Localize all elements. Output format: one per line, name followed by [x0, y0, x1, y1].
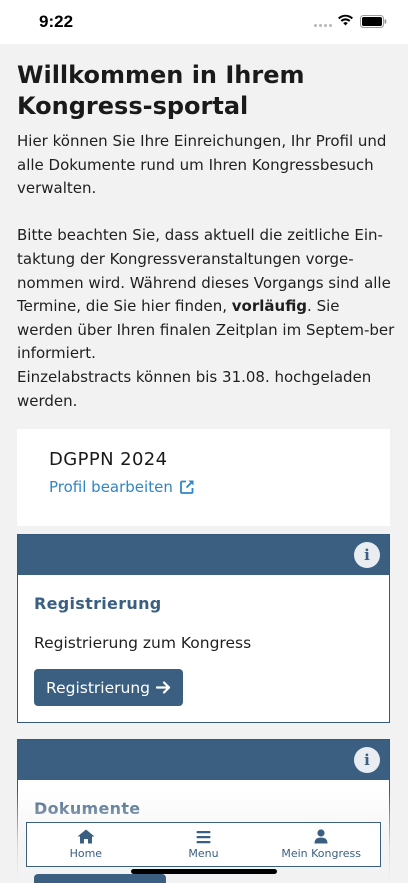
- documents-button[interactable]: [34, 874, 166, 883]
- registration-button-label: Registrierung: [46, 678, 150, 697]
- user-icon: [314, 829, 328, 844]
- wifi-icon: [338, 14, 353, 26]
- home-indicator[interactable]: [131, 869, 277, 874]
- status-bar: 9:22: [0, 0, 408, 44]
- registration-title: Registrierung: [34, 594, 162, 613]
- info-icon[interactable]: i: [354, 542, 380, 568]
- intro-paragraph-3: Einzelabstracts können bis 31.08. hochge…: [17, 367, 372, 410]
- tab-menu[interactable]: Menu: [145, 823, 263, 866]
- tab-mein-kongress-label: Mein Kongress: [281, 847, 361, 860]
- congress-name: DGPPN 2024: [49, 449, 168, 470]
- info-icon[interactable]: i: [354, 747, 380, 773]
- signal-icon: [314, 24, 332, 27]
- tab-menu-label: Menu: [188, 846, 219, 860]
- external-link-icon: [179, 480, 194, 494]
- home-icon: [77, 829, 95, 844]
- edit-profile-link[interactable]: Profil bearbeiten: [49, 478, 195, 496]
- battery-icon: [360, 15, 387, 28]
- intro-paragraph-1: Hier können Sie Ihre Einreichungen, Ihr …: [17, 132, 387, 198]
- registration-card: i Registrierung Registrierung zum Kongre…: [17, 534, 390, 723]
- tab-home[interactable]: Home: [27, 823, 145, 866]
- arrow-right-icon: [155, 681, 171, 694]
- edit-profile-label: Profil bearbeiten: [49, 478, 173, 496]
- profile-card: DGPPN 2024 Profil bearbeiten: [17, 429, 390, 526]
- intro-paragraph-2: Bitte beachten Sie, dass aktuell die zei…: [17, 224, 395, 366]
- tab-home-label: Home: [69, 847, 103, 860]
- registration-button[interactable]: Registrierung: [34, 669, 183, 706]
- registration-card-header: i: [18, 535, 389, 575]
- main-content[interactable]: Willkommen in Ihrem Kongress-sportal Hie…: [0, 44, 408, 883]
- bottom-tab-bar: Home Menu Mein Kongress: [26, 822, 381, 867]
- tab-mein-kongress[interactable]: Mein Kongress: [262, 823, 380, 866]
- documents-title: Dokumente: [34, 799, 141, 818]
- page-title: Willkommen in Ihrem Kongress-sportal: [17, 61, 305, 120]
- intro-text: Hier können Sie Ihre Einreichungen, Ihr …: [17, 130, 395, 413]
- registration-text: Registrierung zum Kongress: [34, 634, 252, 652]
- menu-icon: [196, 830, 211, 843]
- status-time: 9:22: [39, 12, 74, 31]
- documents-card-header: i: [18, 740, 389, 780]
- intro-bold-word: vorläufig: [231, 297, 308, 316]
